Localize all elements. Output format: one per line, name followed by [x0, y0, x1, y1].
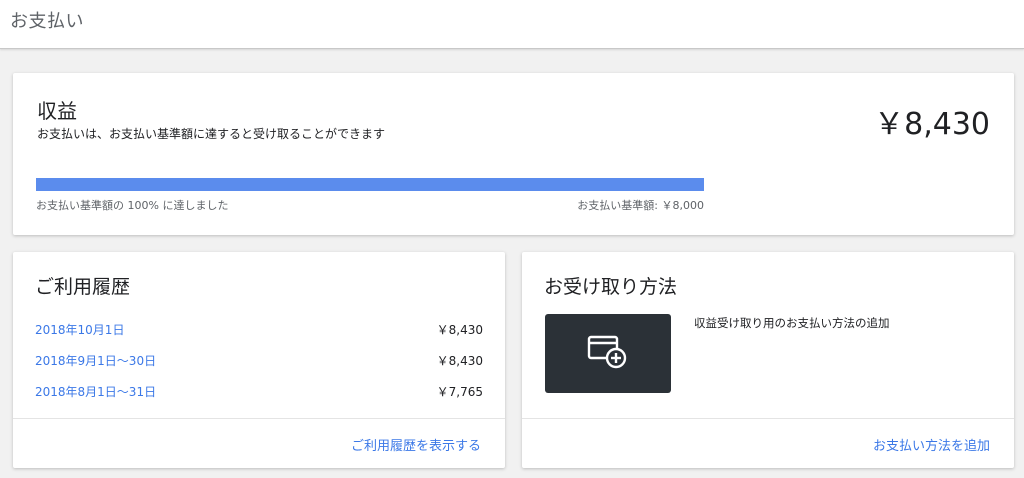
history-row: 2018年10月1日 ￥8,430: [35, 321, 483, 341]
card-divider: [522, 418, 1014, 419]
payment-threshold-text: お支払い基準額: ￥8,000: [577, 199, 704, 212]
history-heading: ご利用履歴: [35, 276, 131, 298]
history-date-link[interactable]: 2018年9月1日～30日: [35, 352, 156, 369]
add-payment-method-text: 収益受け取り用のお支払い方法の追加: [694, 316, 890, 330]
add-payment-method-tile[interactable]: [545, 314, 671, 393]
add-payment-method-link[interactable]: お支払い方法を追加: [873, 435, 990, 454]
history-row: 2018年9月1日～30日 ￥8,430: [35, 352, 483, 372]
page-title: お支払い: [10, 11, 84, 32]
payment-threshold-progress: [36, 178, 704, 191]
earnings-amount: ￥8,430: [874, 107, 990, 142]
credit-card-add-icon: [585, 332, 631, 376]
history-date-link[interactable]: 2018年8月1日～31日: [35, 383, 156, 400]
history-card: ご利用履歴 2018年10月1日 ￥8,430 2018年9月1日～30日 ￥8…: [13, 252, 505, 468]
earnings-heading: 収益: [37, 99, 77, 123]
history-amount: ￥8,430: [436, 323, 483, 337]
history-amount: ￥8,430: [436, 354, 483, 368]
payment-method-heading: お受け取り方法: [544, 276, 678, 298]
history-amount: ￥7,765: [436, 385, 483, 399]
earnings-card: 収益 お支払いは、お支払い基準額に達すると受け取ることができます ￥8,430 …: [13, 73, 1014, 235]
card-divider: [13, 418, 505, 419]
top-app-bar: お支払い: [0, 0, 1024, 49]
history-date-link[interactable]: 2018年10月1日: [35, 321, 124, 338]
progress-fill: [36, 178, 704, 191]
history-row: 2018年8月1日～31日 ￥7,765: [35, 383, 483, 403]
payment-method-card: お受け取り方法 収益受け取り用のお支払い方法の追加 お支払い方法を追加: [522, 252, 1014, 468]
view-history-link[interactable]: ご利用履歴を表示する: [351, 435, 481, 454]
earnings-description: お支払いは、お支払い基準額に達すると受け取ることができます: [37, 127, 386, 141]
